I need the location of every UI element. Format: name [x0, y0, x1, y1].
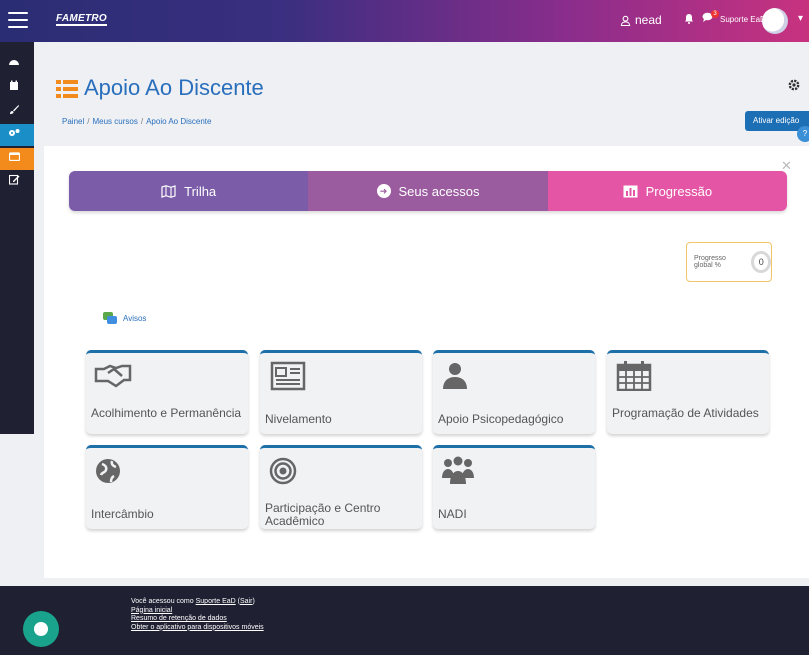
mobile-app-link[interactable]: Obter o aplicativo para dispositivos móv… — [131, 624, 264, 633]
user-menu-link[interactable]: nead — [620, 13, 662, 27]
breadcrumb-item-painel[interactable]: Painel — [62, 117, 84, 126]
avisos-link[interactable]: Avisos — [103, 312, 146, 324]
gear-icon[interactable] — [787, 78, 801, 95]
left-sidebar — [0, 42, 34, 434]
tab-trilha[interactable]: Trilha — [69, 171, 309, 211]
settings-icon — [7, 128, 21, 141]
support-user-name[interactable]: Suporte EaD — [720, 15, 766, 24]
menu-toggle-icon[interactable] — [8, 12, 28, 28]
globe-icon — [96, 459, 120, 483]
progress-label: Progresso global % — [694, 255, 726, 269]
chat-fab-button[interactable] — [23, 611, 59, 647]
global-progress-widget: Progresso global % 0 — [686, 242, 772, 282]
footer-info: Você acessou como Suporte EaD (Sair) Pág… — [131, 598, 264, 632]
tile-label: Programação de Atividades — [612, 406, 759, 420]
brush-icon[interactable] — [7, 104, 21, 117]
avisos-label: Avisos — [123, 313, 147, 323]
tile-label: Participação e Centro Acadêmico — [265, 501, 381, 528]
list-icon — [56, 80, 78, 98]
sign-in-icon: ➜ — [376, 184, 391, 198]
breadcrumb-item-current[interactable]: Apoio Ao Discente — [146, 117, 211, 126]
tile-apoio-psicopedagogico[interactable]: Apoio Psicopedagógico — [433, 350, 595, 434]
map-icon — [161, 184, 176, 198]
tab-seus-acessos[interactable]: ➜ Seus acessos — [308, 171, 548, 211]
tile-label: Intercâmbio — [91, 507, 154, 521]
messages-count-badge: 3 — [711, 10, 719, 18]
edit-icon[interactable] — [7, 174, 21, 187]
logged-in-prefix: Você acessou como — [131, 598, 194, 605]
logged-user-link[interactable]: Suporte EaD — [196, 598, 236, 605]
tile-programacao[interactable]: Programação de Atividades — [607, 350, 769, 434]
calendar-icon — [616, 361, 652, 391]
tile-label: Acolhimento e Permanência — [91, 406, 242, 420]
progress-value: 0 — [751, 251, 771, 273]
tile-nadi[interactable]: NADI — [433, 445, 595, 529]
page-title: Apoio Ao Discente — [84, 75, 264, 100]
chat-bubble-icon — [34, 622, 48, 636]
avatar[interactable] — [762, 8, 788, 34]
tile-label: NADI — [438, 507, 467, 521]
tile-label: Nivelamento — [265, 412, 332, 426]
notifications-bell-icon[interactable] — [684, 13, 694, 27]
section-tabs: Trilha ➜ Seus acessos Progressão — [69, 171, 787, 211]
folder-icon — [7, 152, 21, 165]
target-icon — [269, 457, 297, 485]
user-label: nead — [635, 13, 662, 27]
dashboard-icon[interactable] — [7, 56, 21, 69]
newspaper-icon — [270, 361, 306, 391]
users-icon — [442, 456, 474, 484]
footer-logged-in-line: Você acessou como Suporte EaD (Sair) — [131, 598, 255, 605]
tab-progressao[interactable]: Progressão — [547, 171, 787, 211]
home-link[interactable]: Página inicial — [131, 607, 264, 616]
tile-nivelamento[interactable]: Nivelamento — [260, 350, 422, 434]
page-footer — [0, 586, 809, 655]
logout-link[interactable]: Sair — [240, 598, 252, 605]
tile-participacao[interactable]: Participação e Centro Acadêmico — [260, 445, 422, 529]
breadcrumb: Painel / Meus cursos / Apoio Ao Discente — [62, 117, 212, 126]
breadcrumb-item-meus-cursos[interactable]: Meus cursos — [92, 117, 137, 126]
user-outline-icon — [620, 15, 631, 26]
calendar-icon[interactable] — [7, 80, 21, 93]
help-bubble-icon[interactable]: ? — [797, 126, 809, 142]
tile-acolhimento[interactable]: Acolhimento e Permanência — [86, 350, 248, 434]
tab-progressao-label: Progressão — [645, 183, 713, 199]
site-logo[interactable]: FAMETRO — [56, 14, 107, 26]
tab-trilha-label: Trilha — [184, 183, 217, 199]
data-retention-link[interactable]: Resumo de retenção de dados — [131, 615, 264, 624]
chevron-down-icon[interactable]: ▾ — [798, 13, 803, 24]
tile-intercambio[interactable]: Intercâmbio — [86, 445, 248, 529]
tab-seus-acessos-label: Seus acessos — [398, 183, 480, 199]
handshake-icon — [94, 364, 132, 388]
tile-label: Apoio Psicopedagógico — [438, 412, 564, 426]
user-icon — [443, 363, 467, 389]
forum-icon — [103, 312, 117, 324]
bar-chart-icon — [623, 185, 638, 197]
